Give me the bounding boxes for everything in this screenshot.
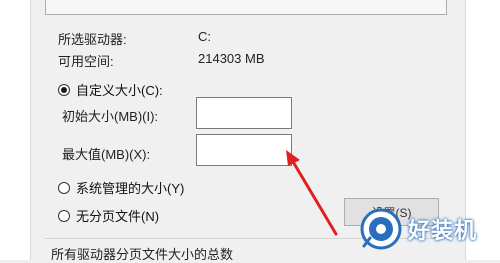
free-space-label: 可用空间: [58, 54, 114, 69]
total-paging-size-heading: 所有驱动器分页文件大小的总数 [51, 247, 234, 262]
max-size-input[interactable] [196, 134, 292, 166]
no-paging-file-label: 无分页文件(N) [76, 209, 160, 224]
custom-size-radio[interactable] [58, 83, 70, 96]
watermark-text: 好装机 [408, 218, 478, 243]
drive-list-box[interactable] [45, 0, 447, 15]
logo-icon [360, 208, 402, 250]
system-managed-radio[interactable] [58, 181, 70, 194]
system-managed-label: 系统管理的大小(Y) [76, 181, 185, 196]
system-managed-option[interactable]: 系统管理的大小(Y) [58, 178, 184, 197]
initial-size-input[interactable] [196, 97, 292, 129]
no-paging-file-option[interactable]: 无分页文件(N) [58, 206, 159, 225]
no-paging-file-radio[interactable] [58, 209, 70, 222]
selected-drive-label: 所选驱动器: [58, 32, 127, 47]
initial-size-label: 初始大小(MB)(I): [62, 109, 159, 124]
custom-size-option[interactable]: 自定义大小(C): [58, 80, 163, 99]
max-size-label: 最大值(MB)(X): [62, 147, 151, 162]
free-space-value: 214303 MB [198, 51, 265, 66]
selected-drive-value: C: [198, 29, 211, 44]
watermark: 好装机 [360, 208, 477, 250]
left-window-edge [0, 0, 31, 260]
custom-size-label: 自定义大小(C): [76, 83, 163, 98]
